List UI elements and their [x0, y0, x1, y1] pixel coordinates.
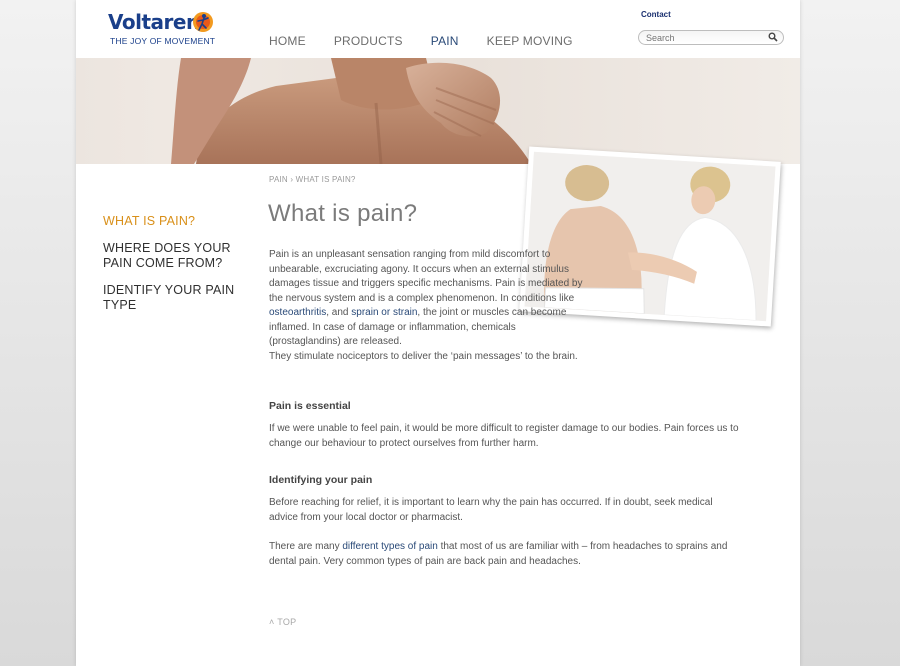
intro-text-d: They stimulate nociceptors to deliver th…	[269, 350, 578, 362]
sprain-strain-link[interactable]: sprain or strain	[351, 307, 417, 318]
heading-identifying-pain: Identifying your pain	[269, 474, 373, 486]
nav-products[interactable]: PRODUCTS	[334, 34, 403, 48]
hero-banner	[76, 58, 800, 164]
osteoarthritis-link[interactable]: osteoarthritis	[269, 307, 326, 318]
breadcrumb-separator: ›	[290, 175, 294, 184]
logo-figure-icon	[193, 12, 213, 32]
page-title: What is pain?	[268, 200, 418, 227]
intro-paragraph: Pain is an unpleasant sensation ranging …	[269, 248, 585, 364]
intro-text-a: Pain is an unpleasant sensation ranging …	[269, 249, 583, 304]
search-icon[interactable]	[768, 32, 778, 42]
breadcrumb-current: WHAT IS PAIN?	[295, 175, 356, 184]
back-to-top-link[interactable]: ˄ TOP	[269, 617, 296, 627]
search-input[interactable]	[646, 32, 764, 43]
top-label: TOP	[277, 617, 297, 627]
tagline: THE JOY OF MOVEMENT	[110, 36, 216, 46]
sub-nav: WHAT IS PAIN? WHERE DOES YOUR PAIN COME …	[103, 214, 253, 325]
brand-name: Voltaren	[108, 10, 200, 34]
paragraph-types-of-pain: There are many different types of pain t…	[269, 540, 744, 569]
nav-keep-moving[interactable]: KEEP MOVING	[487, 34, 573, 48]
paragraph-pain-essential: If we were unable to feel pain, it would…	[269, 423, 739, 449]
types-text-a: There are many	[269, 541, 343, 552]
main-nav: HOME PRODUCTS PAIN KEEP MOVING	[269, 34, 601, 48]
heading-pain-essential: Pain is essential	[269, 400, 351, 412]
page: Voltaren THE JOY OF MOVEMENT Contact HOM…	[76, 0, 800, 666]
chevron-up-icon: ˄	[269, 617, 275, 627]
subnav-identify-pain-type[interactable]: IDENTIFY YOUR PAIN TYPE	[103, 283, 253, 313]
subnav-what-is-pain[interactable]: WHAT IS PAIN?	[103, 214, 253, 229]
breadcrumb: PAIN › WHAT IS PAIN?	[269, 175, 356, 184]
intro-text-b: , and	[326, 307, 352, 318]
nav-pain[interactable]: PAIN	[431, 34, 459, 48]
paragraph-identifying-pain: Before reaching for relief, it is import…	[269, 497, 713, 523]
contact-link[interactable]: Contact	[641, 10, 671, 19]
voltaren-logo[interactable]: Voltaren THE JOY OF MOVEMENT	[108, 10, 218, 50]
subnav-where-does-pain-come-from[interactable]: WHERE DOES YOUR PAIN COME FROM?	[103, 241, 253, 271]
search-box	[638, 30, 784, 45]
nav-home[interactable]: HOME	[269, 34, 306, 48]
breadcrumb-pain[interactable]: PAIN	[269, 175, 288, 184]
different-types-of-pain-link[interactable]: different types of pain	[342, 541, 437, 552]
hero-neck-pain-image	[171, 58, 531, 164]
